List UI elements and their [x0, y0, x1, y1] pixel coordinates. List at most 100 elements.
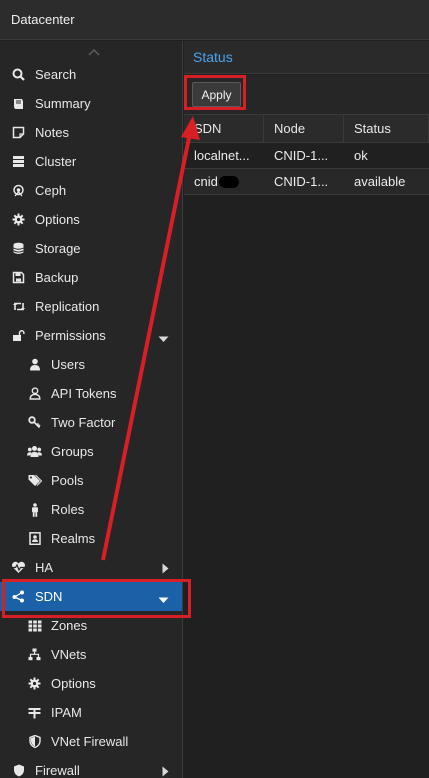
sidebar-item-roles[interactable]: Roles — [0, 495, 182, 524]
sidebar-item-label: API Tokens — [51, 386, 117, 401]
sidebar-item-summary[interactable]: Summary — [0, 89, 182, 118]
sidebar-item-label: Options — [51, 676, 96, 691]
apply-button[interactable]: Apply — [192, 82, 241, 107]
datacenter-title: Datacenter — [11, 12, 75, 27]
shield-icon — [27, 734, 42, 749]
header-bar: Datacenter — [0, 0, 429, 40]
sidebar-item-label: VNet Firewall — [51, 734, 129, 749]
sidebar-item-notes[interactable]: Notes — [0, 118, 182, 147]
shield-icon — [11, 763, 26, 778]
sidebar-item-label: Roles — [51, 502, 85, 517]
toolbar: Apply — [184, 75, 429, 114]
sidebar-item-label: Permissions — [35, 328, 106, 343]
column-header-status[interactable]: Status — [344, 115, 429, 142]
sidebar-item-label: Pools — [51, 473, 84, 488]
address-book-icon — [27, 531, 42, 546]
cell-sdn: localnet... — [194, 148, 250, 163]
sidebar-item-realms[interactable]: Realms — [0, 524, 182, 553]
cell-status: available — [354, 174, 406, 189]
floppy-icon — [11, 270, 26, 285]
unlock-icon — [11, 328, 26, 343]
sidebar-item-label: Zones — [51, 618, 88, 633]
scroll-up-icon[interactable] — [88, 48, 100, 56]
sidebar-item-label: Search — [35, 67, 77, 82]
sidebar-item-label: VNets — [51, 647, 87, 662]
sidebar-item-search[interactable]: Search — [0, 60, 182, 89]
chevron-right-icon[interactable] — [162, 765, 169, 778]
sidebar-item-vnet-firewall[interactable]: VNet Firewall — [0, 727, 182, 756]
sidebar-item-ha[interactable]: HA — [0, 553, 182, 582]
sidebar[interactable]: Search Summary Notes Cluster Ceph Option… — [0, 41, 183, 778]
sidebar-item-api-tokens[interactable]: API Tokens — [0, 379, 182, 408]
sidebar-item-ipam[interactable]: IPAM — [0, 698, 182, 727]
gear-icon — [27, 676, 42, 691]
cell-status: ok — [354, 148, 368, 163]
sidebar-item-replication[interactable]: Replication — [0, 292, 182, 321]
sidebar-item-options[interactable]: Options — [0, 205, 182, 234]
sidebar-item-label: Backup — [35, 270, 79, 285]
cell-node: CNID-1... — [274, 174, 329, 189]
note-icon — [11, 125, 26, 140]
server-icon — [11, 154, 26, 169]
sidebar-item-firewall[interactable]: Firewall — [0, 756, 182, 778]
sidebar-item-users[interactable]: Users — [0, 350, 182, 379]
sidebar-item-label: Realms — [51, 531, 96, 546]
sidebar-item-label: Cluster — [35, 154, 77, 169]
chevron-down-icon[interactable] — [158, 592, 169, 607]
user-icon — [27, 357, 42, 372]
grid-icon — [27, 618, 42, 633]
column-header-node[interactable]: Node — [264, 115, 344, 142]
sidebar-item-label: Summary — [35, 96, 91, 111]
user-outline-icon — [27, 386, 42, 401]
sidebar-item-sdn-options[interactable]: Options — [0, 669, 182, 698]
sidebar-item-label: Options — [35, 212, 80, 227]
male-icon — [27, 502, 42, 517]
chevron-right-icon[interactable] — [162, 562, 169, 577]
sidebar-item-two-factor[interactable]: Two Factor — [0, 408, 182, 437]
sidebar-item-ceph[interactable]: Ceph — [0, 176, 182, 205]
sidebar-item-label: HA — [35, 560, 54, 575]
heartbeat-icon — [11, 560, 26, 575]
sidebar-item-groups[interactable]: Groups — [0, 437, 182, 466]
sidebar-item-sdn[interactable]: SDN — [0, 582, 182, 611]
redaction-mark — [218, 175, 239, 188]
ceph-icon — [11, 183, 26, 198]
sdn-icon — [11, 589, 26, 604]
panel-title-text: Status — [193, 49, 233, 65]
sidebar-item-vnets[interactable]: VNets — [0, 640, 182, 669]
sidebar-item-label: IPAM — [51, 705, 82, 720]
search-icon — [11, 67, 26, 82]
column-header-sdn[interactable]: SDN — [184, 115, 264, 142]
sidebar-item-zones[interactable]: Zones — [0, 611, 182, 640]
retweet-icon — [11, 299, 26, 314]
tags-icon — [27, 473, 42, 488]
sidebar-item-label: SDN — [35, 589, 63, 604]
table-row[interactable]: cnid CNID-1... available — [184, 169, 429, 195]
grid-header: SDN Node Status — [184, 114, 429, 143]
cell-sdn-text: cnid — [194, 174, 218, 189]
sidebar-item-label: Notes — [35, 125, 69, 140]
chevron-down-icon[interactable] — [158, 331, 169, 346]
table-row[interactable]: localnet... CNID-1... ok — [184, 143, 429, 169]
key-icon — [27, 415, 42, 430]
gear-icon — [11, 212, 26, 227]
sidebar-item-storage[interactable]: Storage — [0, 234, 182, 263]
sidebar-item-cluster[interactable]: Cluster — [0, 147, 182, 176]
sidebar-item-label: Firewall — [35, 763, 80, 778]
sidebar-item-label: Replication — [35, 299, 100, 314]
cell-sdn: cnid — [184, 169, 264, 194]
sidebar-item-label: Two Factor — [51, 415, 116, 430]
book-icon — [11, 96, 26, 111]
sidebar-item-permissions[interactable]: Permissions — [0, 321, 182, 350]
users-icon — [27, 444, 42, 459]
panel-title: Status — [184, 41, 429, 74]
cell-node: CNID-1... — [274, 148, 329, 163]
database-icon — [11, 241, 26, 256]
sidebar-item-label: Users — [51, 357, 85, 372]
network-icon — [27, 647, 42, 662]
sidebar-item-pools[interactable]: Pools — [0, 466, 182, 495]
sidebar-item-label: Ceph — [35, 183, 67, 198]
sidebar-item-backup[interactable]: Backup — [0, 263, 182, 292]
sdn-status-panel: Status Apply SDN Node Status localnet...… — [184, 41, 429, 778]
sidebar-item-label: Groups — [51, 444, 94, 459]
